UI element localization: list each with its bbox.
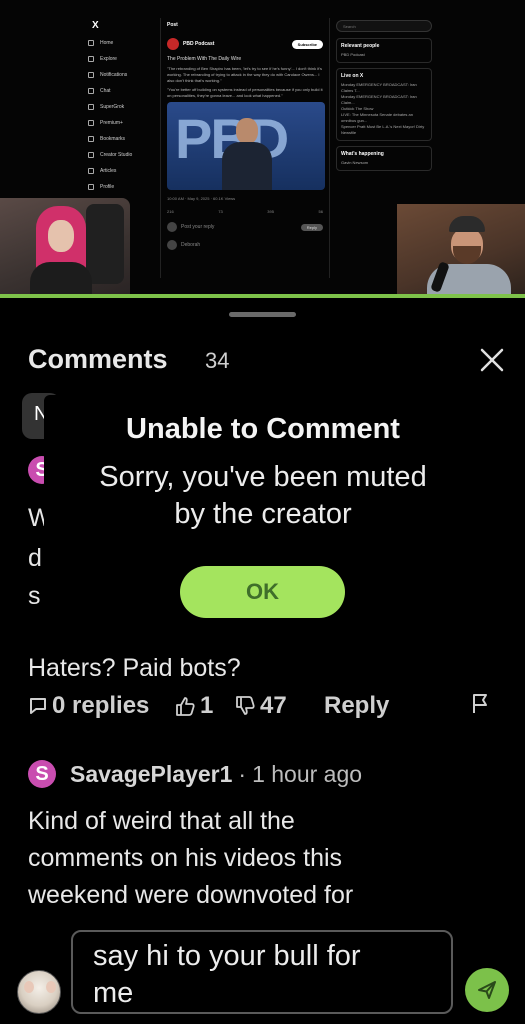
bell-icon (88, 72, 94, 78)
x-nav-item: Profile (88, 179, 158, 195)
creator-icon (88, 152, 94, 158)
search-icon (88, 56, 94, 62)
replies-count: 0 replies (52, 692, 150, 719)
premium-icon (88, 120, 94, 126)
x-nav-item: Explore (88, 51, 158, 67)
dialog-message: Sorry, you've been muted by the creator (68, 459, 458, 533)
unable-to-comment-dialog: Unable to Comment Sorry, you've been mut… (44, 395, 482, 649)
post-title: The Problem With The Daily Wire (167, 56, 242, 62)
relevant-people-panel: Relevant people PBD Podcast (336, 38, 432, 63)
comment-text: Kind of weird that all the (28, 807, 295, 835)
comment-text: Haters? Paid bots? (28, 654, 241, 682)
ok-button[interactable]: OK (180, 566, 345, 618)
video-player[interactable]: X Home Explore Notifications Chat SuperG… (0, 0, 525, 296)
comment-text: comments on his videos this (28, 844, 343, 872)
post-text: "You're better off building on systems i… (167, 87, 323, 98)
thumbs-up-icon (176, 697, 195, 716)
webcam-right (397, 204, 525, 296)
avatar[interactable]: S (28, 760, 56, 788)
comment-timestamp: 1 hour ago (252, 760, 363, 787)
reply-button[interactable]: Reply (324, 692, 389, 720)
post-author: PBD Podcast (183, 41, 215, 47)
x-nav-item: Articles (88, 163, 158, 179)
comment-actions: 0 replies 1 47 Reply (28, 692, 498, 724)
x-right-column: Search Relevant people PBD Podcast Live … (336, 20, 432, 176)
close-button[interactable] (476, 344, 508, 376)
dislike-button[interactable]: 47 (234, 692, 287, 720)
report-button[interactable] (470, 692, 490, 714)
home-icon (88, 40, 94, 46)
x-sidebar: X Home Explore Notifications Chat SuperG… (88, 20, 158, 195)
live-on-x-panel: Live on X Monday EMERGENCY BROADCAST: Ir… (336, 68, 432, 141)
x-logo: X (92, 20, 99, 31)
chat-icon (88, 88, 94, 94)
comment-input-line: me (93, 977, 134, 1009)
video-progress-bar (0, 294, 525, 298)
comment-author[interactable]: SavagePlayer1 (70, 761, 232, 788)
avatar (167, 222, 177, 232)
article-icon (88, 168, 94, 174)
dialog-message-line: by the creator (174, 498, 352, 530)
x-nav-item: Premium+ (88, 115, 158, 131)
x-search: Search (336, 20, 432, 32)
send-icon (478, 981, 496, 999)
dialog-message-line: Sorry, you've been muted (99, 461, 427, 493)
meta-separator: · (238, 760, 247, 787)
x-nav-item: SuperGrok (88, 99, 158, 115)
comments-title: Comments (28, 344, 168, 374)
webcam-left (0, 198, 130, 294)
send-button[interactable] (465, 968, 509, 1012)
sheet-drag-handle[interactable] (229, 312, 296, 317)
comment-author-row: S SavagePlayer1 · 1 hour ago (28, 758, 362, 790)
like-button[interactable]: 1 (174, 692, 213, 720)
x-nav-item: Chat (88, 83, 158, 99)
x-nav-item: Creator Studio (88, 147, 158, 163)
comment-input[interactable]: say hi to your bull for me (71, 930, 453, 1014)
flag-icon (473, 694, 487, 713)
comment-text-partial: d (28, 544, 42, 572)
post-reply-box: Post your reply Reply (167, 222, 323, 232)
like-count: 1 (200, 692, 214, 719)
post-header: Post (167, 22, 178, 28)
post-author-row: PBD Podcast Subscribe (167, 38, 323, 50)
close-icon (480, 348, 504, 372)
x-post: Post PBD Podcast Subscribe The Problem W… (160, 18, 330, 278)
whats-happening-panel: What's happening Gavin Newsom (336, 146, 432, 171)
host-figure (222, 118, 272, 190)
dialog-title: Unable to Comment (126, 413, 400, 445)
post-text: "The rebranding of Ben Shapiro has been,… (167, 66, 322, 83)
x-nav-item: Notifications (88, 67, 158, 83)
avatar (167, 240, 177, 250)
reply-bubble-icon (30, 698, 46, 714)
subscribe-button: Subscribe (291, 39, 323, 49)
x-nav-item: Home (88, 35, 158, 51)
replies-button[interactable]: 0 replies (28, 692, 149, 720)
post-actions: 216 73 395 56 (167, 209, 323, 214)
profile-icon (88, 184, 94, 190)
post-meta: 10:00 AM · May 9, 2025 · 60.1K Views (167, 196, 236, 201)
user-avatar (17, 970, 61, 1014)
dislike-count: 47 (260, 692, 287, 719)
reply-button: Reply (300, 223, 323, 231)
comment-text: weekend were downvoted for (28, 881, 354, 909)
grok-icon (88, 104, 94, 110)
avatar (167, 38, 179, 50)
bookmark-icon (88, 136, 94, 142)
comment-input-line: say hi to your bull for (93, 940, 361, 972)
reply-author-row: Deborah (167, 240, 323, 250)
thumbs-down-icon (236, 696, 255, 715)
post-image: PBD (167, 102, 325, 190)
comment-text-partial: s (28, 582, 41, 610)
x-nav-item: Bookmarks (88, 131, 158, 147)
comments-count: 34 (205, 348, 230, 373)
